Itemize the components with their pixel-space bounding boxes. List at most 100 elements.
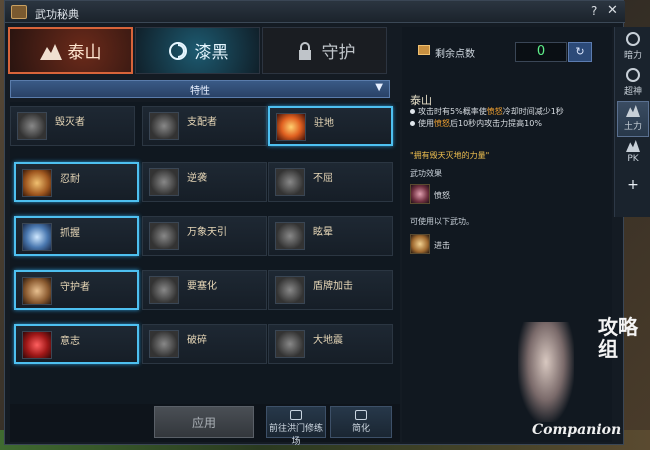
text: 攻击时有5%概率使 [418,107,487,116]
watermark-cjk: 攻略组 [598,315,638,361]
sidebar-label: 暗力 [623,51,642,61]
simplify-button[interactable]: 简化 [330,406,392,438]
skill-icon [275,168,305,196]
skill-label: 万象天引 [187,227,227,238]
mountain-icon [626,105,640,117]
skill-label: 驻地 [314,118,334,129]
skill-icon [149,168,179,196]
remaining-points: 剩余点数 0 ↻ [402,40,592,62]
tab-shouhu[interactable]: 守护 [262,27,387,74]
rage-skill-icon[interactable] [410,184,430,204]
skill-label: 眩晕 [313,227,333,238]
category-sidebar: 暗力 超神 土力 PK + [614,27,650,217]
skill-slot[interactable]: 驻地 [268,106,393,146]
swirl-icon [168,41,187,60]
skill-slot[interactable]: 盾牌加击 [268,270,393,310]
skill-slot[interactable]: 大地震 [268,324,393,364]
effect-heading: 武功效果 [410,169,442,178]
help-button[interactable]: ? [591,4,597,18]
title-bar[interactable]: 武功秘典 ? ✕ [5,1,625,23]
close-button[interactable]: ✕ [607,3,618,18]
skill-icon [276,113,306,141]
text: 使用 [418,119,434,128]
skill-slot[interactable]: 支配者 [142,106,267,146]
dropdown-label: 特性 [190,85,210,97]
skill-label: 逆袭 [187,173,207,184]
skill-label: 意志 [60,336,80,347]
skill-icon [22,331,52,359]
skill-icon [22,277,52,305]
lock-icon [298,41,311,60]
training-ground-label: 前往洪门修练场 [268,424,323,447]
skill-icon [22,169,52,197]
skill-grid: 毁灭者 支配者 驻地 忍耐 逆袭 不屈 抓握 万象天引 眩晕 守护者 要塞化 盾… [10,102,400,404]
tab-label: 漆黑 [194,43,229,63]
skill-icon [149,330,179,358]
skill-label: 大地震 [313,335,343,346]
sidebar-item-pk[interactable]: PK [617,137,649,173]
skill-slot[interactable]: 意志 [14,324,139,364]
swirl-icon [626,68,640,82]
simplify-label: 简化 [351,424,370,434]
skill-icon [275,330,305,358]
tab-label: 守护 [321,43,356,63]
reset-button[interactable]: ↻ [568,42,592,62]
detail-quote: "拥有毁天灭地的力量" [410,151,490,160]
bullet-icon [410,121,415,126]
skill-icon [149,112,179,140]
mountain-icon [39,43,62,60]
sidebar-label: 土力 [623,122,642,132]
training-ground-button[interactable]: 前往洪门修练场 [266,406,326,447]
sidebar-item-chaoshen[interactable]: 超神 [617,65,649,101]
skill-slot[interactable]: 破碎 [142,324,267,364]
skill-label: 支配者 [187,117,217,128]
swirl-icon [626,32,640,46]
skill-slot[interactable]: 要塞化 [142,270,267,310]
detail-line-2: 使用愤怒后10秒内攻击力提高10% [410,118,542,129]
sidebar-label: 超神 [623,87,642,97]
effect-item-label: 愤怒 [434,191,450,200]
skill-icon [275,276,305,304]
mountain-icon [626,140,640,152]
skill-slot[interactable]: 毁灭者 [10,106,135,146]
points-value: 0 [515,42,567,62]
usable-item-label: 进击 [434,241,450,250]
tab-qihei[interactable]: 漆黑 [135,27,260,74]
skill-label: 忍耐 [60,174,80,185]
skill-slot[interactable]: 抓握 [14,216,139,256]
skill-icon [275,222,305,250]
add-category-button[interactable]: + [617,177,649,199]
chevron-down-icon: ▼ [375,82,383,93]
skill-label: 守护者 [60,282,90,293]
arena-icon [290,410,302,420]
skill-icon [22,223,52,251]
skill-slot[interactable]: 忍耐 [14,162,139,202]
sidebar-item-tuli[interactable]: 土力 [617,101,649,137]
bullet-icon [410,109,415,114]
apply-button[interactable]: 应用 [154,406,254,438]
advance-skill-icon[interactable] [410,234,430,254]
trait-filter-dropdown[interactable]: 特性 ▼ [10,80,390,98]
book-icon [418,45,430,55]
skill-slot[interactable]: 万象天引 [142,216,267,256]
skill-icon [149,276,179,304]
tab-taishan[interactable]: 泰山 [8,27,133,74]
skill-label: 盾牌加击 [313,281,353,292]
skill-label: 破碎 [187,335,207,346]
skill-icon [17,112,47,140]
keyword: 愤怒 [486,107,503,116]
skill-label: 毁灭者 [55,117,85,128]
detail-line-1: 攻击时有5%概率使愤怒冷却时间减少1秒 [410,106,564,117]
usable-heading: 可使用以下武功。 [410,217,474,226]
text: 冷却时间减少1秒 [502,107,564,116]
skill-label: 要塞化 [187,281,217,292]
tab-label: 泰山 [67,43,102,63]
mascot-image [518,322,574,422]
sidebar-item-anli[interactable]: 暗力 [617,29,649,65]
skill-slot[interactable]: 眩晕 [268,216,393,256]
skill-label: 抓握 [60,228,80,239]
skill-slot[interactable]: 逆袭 [142,162,267,202]
skill-slot[interactable]: 不屈 [268,162,393,202]
keyword: 愤怒 [434,119,450,128]
skill-slot[interactable]: 守护者 [14,270,139,310]
